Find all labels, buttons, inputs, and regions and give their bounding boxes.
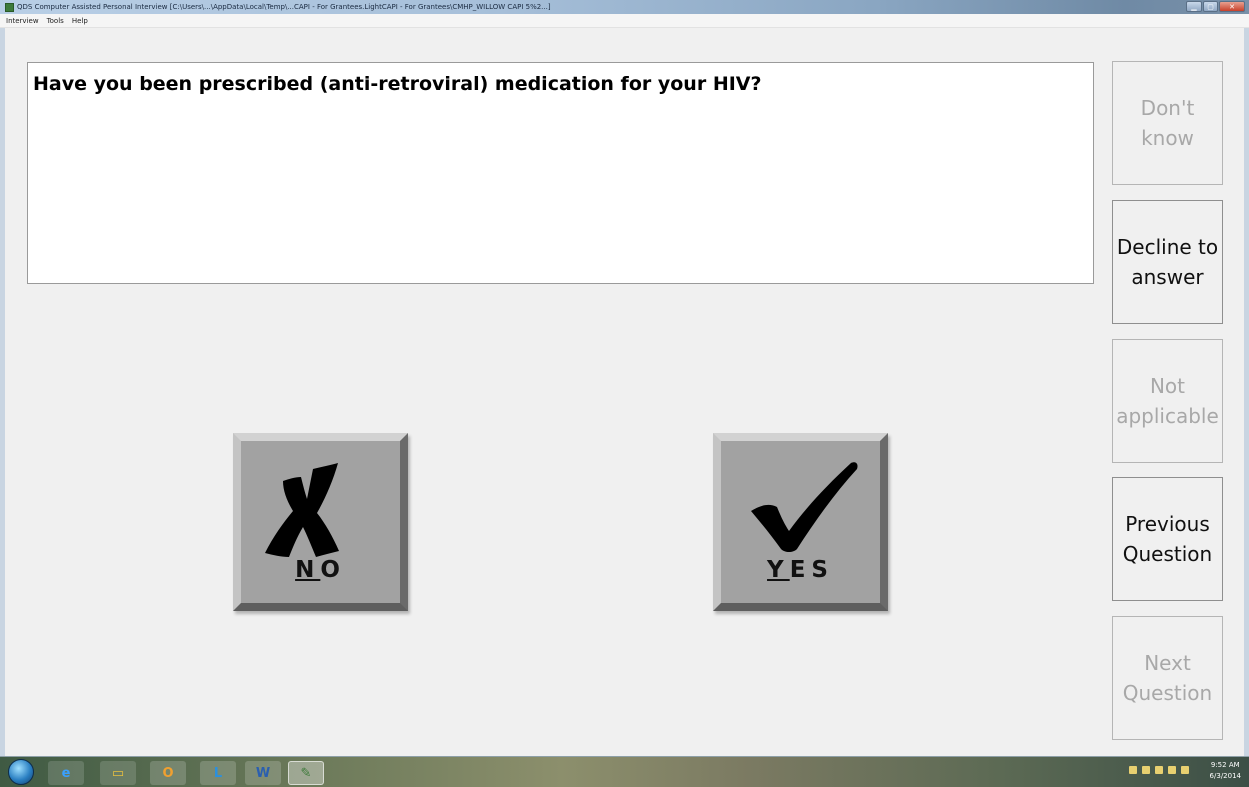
previous-question-button[interactable]: Previous Question: [1112, 477, 1223, 601]
tray-icon[interactable]: [1129, 766, 1137, 774]
menu-interview[interactable]: Interview: [6, 17, 39, 25]
menu-bar: Interview Tools Help: [0, 14, 1249, 28]
window-title: QDS Computer Assisted Personal Interview…: [17, 3, 551, 11]
system-tray: [1129, 766, 1189, 774]
next-question-button[interactable]: Next Question: [1112, 616, 1223, 740]
previous-question-label: Previous Question: [1122, 512, 1213, 566]
taskbar-clock[interactable]: 9:52 AM 6/3/2014: [1210, 760, 1241, 782]
taskbar: e ▭ O L W ✎ 9:52 AM 6/3/2014: [0, 756, 1249, 787]
not-applicable-label: Not applicable: [1116, 374, 1219, 428]
no-button[interactable]: NO: [233, 433, 408, 611]
yes-label: YES: [721, 557, 880, 583]
word-icon[interactable]: W: [245, 761, 281, 785]
question-text: Have you been prescribed (anti-retrovira…: [33, 73, 762, 95]
yes-label-rest: ES: [789, 557, 834, 583]
tray-icon[interactable]: [1181, 766, 1189, 774]
dont-know-label: Don't know: [1140, 96, 1195, 150]
menu-help[interactable]: Help: [72, 17, 88, 25]
next-question-label: Next Question: [1122, 651, 1213, 705]
menu-tools[interactable]: Tools: [47, 17, 64, 25]
no-hotkey: N: [295, 557, 321, 583]
no-label: NO: [241, 557, 400, 583]
internet-explorer-icon[interactable]: e: [48, 761, 84, 785]
tray-icon[interactable]: [1142, 766, 1150, 774]
tray-icon[interactable]: [1168, 766, 1176, 774]
yes-button[interactable]: YES: [713, 433, 888, 611]
decline-to-answer-button[interactable]: Decline to answer: [1112, 200, 1223, 324]
clock-time: 9:52 AM: [1210, 761, 1240, 769]
clock-date: 6/3/2014: [1209, 772, 1241, 780]
qds-app-icon[interactable]: ✎: [288, 761, 324, 785]
no-label-rest: O: [320, 557, 346, 583]
close-button[interactable]: ✕: [1219, 1, 1245, 12]
tray-icon[interactable]: [1155, 766, 1163, 774]
window-frame-left: [0, 28, 5, 756]
lync-icon[interactable]: L: [200, 761, 236, 785]
dont-know-button[interactable]: Don't know: [1112, 61, 1223, 185]
yes-hotkey: Y: [767, 557, 790, 583]
minimize-button[interactable]: ▁: [1186, 1, 1202, 12]
window-frame-right: [1244, 28, 1249, 756]
start-button[interactable]: [8, 759, 34, 785]
outlook-icon[interactable]: O: [150, 761, 186, 785]
decline-to-answer-label: Decline to answer: [1116, 235, 1219, 289]
file-explorer-icon[interactable]: ▭: [100, 761, 136, 785]
maximize-button[interactable]: ▢: [1203, 1, 1218, 12]
not-applicable-button[interactable]: Not applicable: [1112, 339, 1223, 463]
question-panel: Have you been prescribed (anti-retrovira…: [27, 62, 1094, 284]
app-icon: [5, 2, 14, 12]
window-controls: ▁ ▢ ✕: [1186, 1, 1245, 12]
window-title-bar: QDS Computer Assisted Personal Interview…: [0, 0, 1249, 14]
